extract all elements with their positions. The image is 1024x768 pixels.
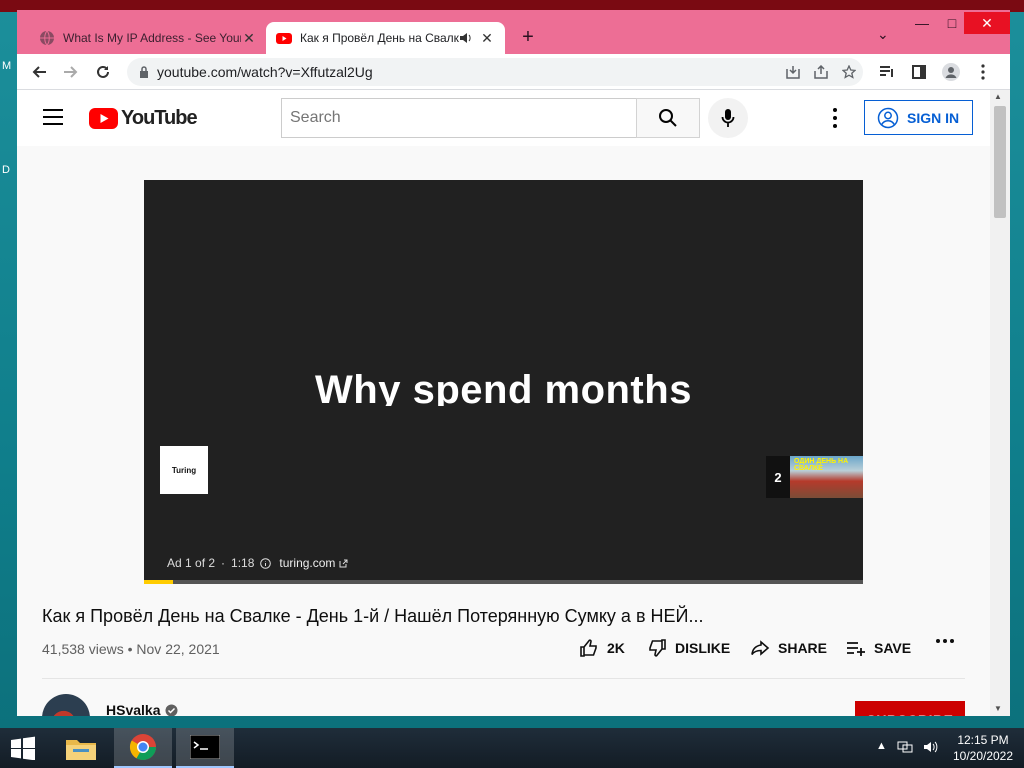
reading-list-icon[interactable] — [877, 62, 897, 82]
video-meta: 41,538 views • Nov 22, 2021 — [42, 641, 220, 657]
volume-icon[interactable] — [923, 740, 939, 754]
minimize-button[interactable]: — — [907, 12, 937, 34]
search-icon — [659, 109, 677, 127]
tab-title: Как я Провёл День на Свалке — [300, 31, 459, 45]
share-icon[interactable] — [807, 65, 835, 79]
network-icon[interactable] — [897, 740, 913, 754]
divider — [42, 678, 965, 679]
thumbnail-text: ОДИН ДЕНЬ НА СВАЛКЕ — [794, 458, 849, 472]
youtube-header: YouTube SIGN IN — [17, 90, 990, 146]
info-icon[interactable] — [260, 557, 272, 569]
advertiser-logo[interactable]: Turing — [160, 446, 208, 494]
page-viewport: YouTube SIGN IN Why spend months Turing — [17, 90, 990, 716]
desktop-icon-label: D — [2, 164, 10, 176]
terminal-taskbar-icon[interactable] — [176, 728, 234, 768]
thumbs-down-icon — [649, 639, 666, 657]
view-count: 41,538 views — [42, 641, 124, 657]
account-circle-icon — [877, 107, 899, 128]
next-ad-number: 2 — [766, 456, 790, 498]
tab-close-icon[interactable]: ✕ — [241, 30, 257, 47]
subscribe-button[interactable]: SUBSCRIBE — [855, 701, 965, 716]
channel-name[interactable]: HSvalka — [106, 702, 178, 716]
close-window-button[interactable]: ✕ — [964, 12, 1010, 34]
clock-date: 10/20/2022 — [952, 749, 1014, 763]
system-tray: ▲ — [876, 740, 939, 754]
tab-ip-address[interactable]: What Is My IP Address - See Your ✕ — [29, 22, 267, 54]
browser-toolbar: youtube.com/watch?v=Xffutzal2Ug — [17, 54, 1010, 90]
browser-menu-icon[interactable] — [973, 62, 993, 82]
ad-progress-bar[interactable] — [144, 580, 863, 584]
file-explorer-icon[interactable] — [52, 728, 110, 768]
turing-logo-text: Turing — [171, 465, 197, 475]
search-input[interactable] — [288, 108, 612, 128]
chrome-taskbar-icon[interactable] — [114, 728, 172, 768]
url-text[interactable]: youtube.com/watch?v=Xffutzal2Ug — [157, 64, 779, 80]
tab-title: What Is My IP Address - See Your — [63, 31, 241, 45]
scroll-down-icon[interactable]: ▼ — [994, 704, 1002, 713]
taskbar: ▲ 12:15 PM 10/20/2022 — [0, 728, 1024, 768]
ad-info-bar: Ad 1 of 2 · 1:18 turing.com — [167, 556, 348, 570]
microphone-icon — [721, 109, 735, 127]
share-arrow-icon — [751, 640, 770, 656]
tab-youtube[interactable]: Как я Провёл День на Свалке ✕ — [266, 22, 505, 54]
clock[interactable]: 12:15 PM 10/20/2022 — [948, 732, 1018, 764]
windows-start-icon[interactable] — [8, 736, 38, 760]
youtube-favicon-icon — [276, 33, 292, 44]
scroll-up-icon[interactable]: ▲ — [994, 92, 1002, 101]
thumbs-up-icon — [580, 639, 597, 657]
search-box[interactable] — [281, 98, 637, 138]
lock-icon[interactable] — [139, 66, 149, 78]
address-bar[interactable]: youtube.com/watch?v=Xffutzal2Ug — [127, 58, 863, 86]
new-tab-button[interactable]: + — [517, 26, 539, 49]
dislike-button[interactable]: DISLIKE — [647, 638, 730, 658]
search-button[interactable] — [636, 98, 700, 138]
tab-strip: What Is My IP Address - See Your ✕ Как я… — [17, 10, 1010, 54]
ad-progress-fill — [144, 580, 173, 584]
upload-date: Nov 22, 2021 — [136, 641, 220, 657]
channel-avatar[interactable] — [42, 694, 90, 716]
clock-time: 12:15 PM — [957, 733, 1009, 747]
tab-close-icon[interactable]: ✕ — [479, 30, 495, 47]
next-ad-preview[interactable]: 2 ОДИН ДЕНЬ НА СВАЛКЕ — [766, 456, 863, 498]
reload-icon[interactable] — [93, 62, 113, 82]
ad-label: Ad 1 of 2 — [167, 556, 216, 570]
video-player[interactable]: Why spend months Turing 2 ОДИН ДЕНЬ НА С… — [144, 180, 863, 584]
video-title: Как я Провёл День на Свалке - День 1-й /… — [42, 606, 704, 626]
browser-window: What Is My IP Address - See Your ✕ Как я… — [17, 10, 1010, 716]
speaker-icon[interactable] — [459, 31, 473, 45]
scrollbar-thumb[interactable] — [994, 106, 1006, 218]
page-scrollbar[interactable]: ▲ ▼ — [990, 90, 1010, 716]
external-link-icon[interactable] — [339, 559, 348, 568]
save-button[interactable]: SAVE — [846, 638, 911, 658]
more-actions-icon[interactable] — [935, 638, 963, 644]
settings-more-icon[interactable] — [825, 108, 845, 128]
share-button[interactable]: SHARE — [750, 638, 827, 658]
voice-search-button[interactable] — [708, 98, 748, 138]
install-icon[interactable] — [779, 65, 807, 79]
hamburger-menu-icon[interactable] — [43, 109, 63, 130]
tray-chevron-up-icon[interactable]: ▲ — [876, 740, 887, 754]
verified-check-icon — [165, 704, 178, 716]
ad-link[interactable]: turing.com — [279, 556, 335, 570]
sign-in-button[interactable]: SIGN IN — [864, 100, 973, 135]
bookmark-star-icon[interactable] — [835, 65, 863, 79]
maximize-button[interactable]: □ — [937, 12, 967, 34]
youtube-play-icon — [89, 108, 118, 129]
separator: · — [221, 556, 226, 570]
youtube-logo[interactable]: YouTube — [89, 107, 198, 130]
profile-avatar-icon[interactable] — [941, 62, 961, 82]
next-ad-thumbnail: ОДИН ДЕНЬ НА СВАЛКЕ — [790, 456, 863, 498]
ad-headline: Why spend months — [315, 368, 692, 406]
playlist-add-icon — [847, 642, 865, 656]
forward-icon[interactable] — [61, 62, 81, 82]
globe-icon — [40, 30, 54, 46]
like-button[interactable]: 2K — [579, 638, 625, 658]
chevron-down-icon[interactable]: ⌄ — [877, 26, 889, 43]
back-icon[interactable] — [29, 62, 49, 82]
side-panel-icon[interactable] — [909, 62, 929, 82]
desktop-icon-label: M — [2, 60, 12, 72]
ad-duration: 1:18 — [231, 556, 255, 570]
